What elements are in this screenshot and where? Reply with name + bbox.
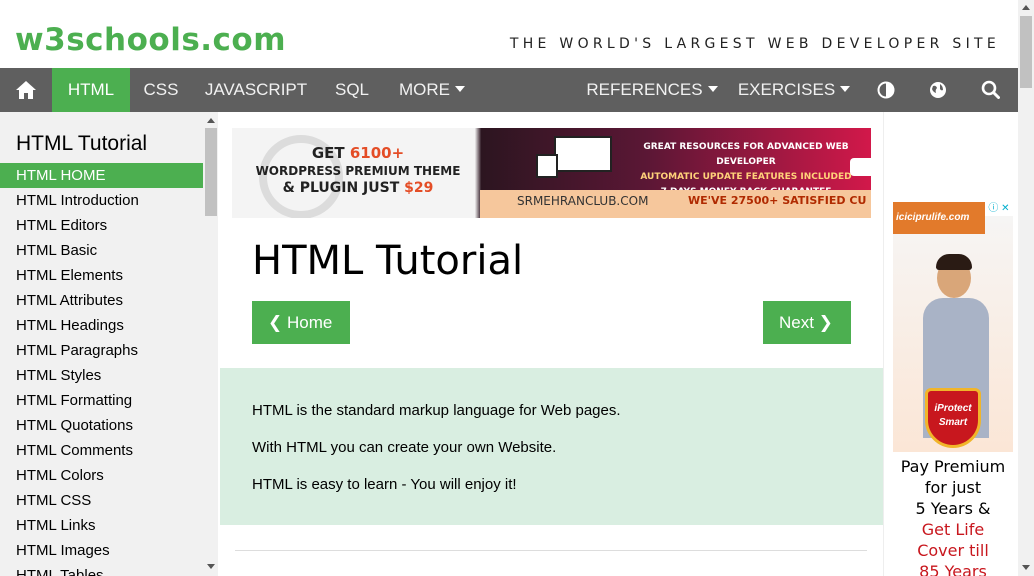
nav-sql[interactable]: SQL — [320, 68, 384, 112]
ad-domain-text: SRMEHRANCLUB.COM — [517, 194, 649, 208]
sidebar-item-html-editors[interactable]: HTML Editors — [0, 213, 203, 238]
ad-feature-2: AUTOMATIC UPDATE FEATURES INCLUDED — [640, 172, 852, 182]
intro-line-1: HTML is the standard markup language for… — [252, 402, 621, 419]
nav-exercises-label: EXERCISES — [737, 80, 836, 99]
sidebar-item-html-basic[interactable]: HTML Basic — [0, 238, 203, 263]
ad-line2-text: WORDPRESS PREMIUM THEME — [255, 164, 461, 178]
intro-panel: HTML is the standard markup language for… — [220, 368, 883, 525]
page: w3schools.com THE WORLD'S LARGEST WEB DE… — [0, 0, 1034, 576]
ad-get-text: GET — [311, 144, 350, 162]
sidebar-item-html-tables[interactable]: HTML Tables — [0, 563, 203, 576]
ad-feature-1: GREAT RESOURCES FOR ADVANCED WEB DEVELOP… — [643, 142, 849, 167]
search-button[interactable] — [970, 68, 1010, 112]
home-button[interactable]: ❮ Home — [252, 301, 350, 344]
adchoices-icon[interactable]: ⓘ ✕ — [985, 202, 1013, 216]
sidebar-item-html-introduction[interactable]: HTML Introduction — [0, 188, 203, 213]
intro-line-3: HTML is easy to learn - You will enjoy i… — [252, 476, 517, 493]
side-ad-copy-4: Get Life — [921, 520, 985, 539]
side-ad-brand: iciciprulife.com — [893, 202, 985, 234]
caret-down-icon — [455, 86, 465, 92]
side-ad-copy-6: 85 Years — [919, 562, 987, 576]
search-icon — [981, 80, 1000, 99]
ad-amount-text: 6100+ — [349, 144, 405, 162]
sidebar-list: HTML HOME HTML Introduction HTML Editors… — [0, 163, 203, 576]
sidebar-item-html-links[interactable]: HTML Links — [0, 513, 203, 538]
contrast-icon — [877, 81, 895, 99]
sidebar-item-html-elements[interactable]: HTML Elements — [0, 263, 203, 288]
scroll-up-arrow-icon[interactable] — [1022, 5, 1030, 10]
caret-down-icon — [707, 86, 718, 92]
side-ad-copy-5: Cover till — [917, 541, 989, 560]
sidebar-scroll-thumb[interactable] — [205, 128, 217, 216]
home-nav-button[interactable] — [0, 68, 52, 112]
translate-button[interactable] — [918, 68, 958, 112]
caret-down-icon — [840, 86, 851, 92]
side-ad[interactable]: iciciprulife.com ⓘ ✕ iProtect Smart Pay … — [893, 202, 1013, 576]
nav-css[interactable]: CSS — [130, 68, 192, 112]
shield-text-2: Smart — [938, 417, 968, 428]
top-header: w3schools.com THE WORLD'S LARGEST WEB DE… — [0, 0, 1018, 68]
intro-line-2: With HTML you can create your own Websit… — [252, 439, 557, 456]
side-ad-copy: Pay Premium for just 5 Years & Get Life … — [893, 456, 1013, 576]
nav-references-label: REFERENCES — [586, 80, 703, 99]
nav-sql-label: SQL — [334, 80, 370, 99]
page-title: HTML Tutorial — [252, 238, 524, 284]
nav-css-label: CSS — [143, 80, 179, 99]
ad-cta-button[interactable] — [850, 158, 871, 176]
nav-references[interactable]: REFERENCES — [578, 68, 726, 112]
ad-tablet-image — [536, 154, 558, 178]
nav-more[interactable]: MORE — [384, 68, 480, 112]
sidebar-item-html-attributes[interactable]: HTML Attributes — [0, 288, 203, 313]
sidebar-item-html-css[interactable]: HTML CSS — [0, 488, 203, 513]
site-logo[interactable]: w3schools.com — [15, 20, 286, 60]
right-ad-column: iciciprulife.com ⓘ ✕ iProtect Smart Pay … — [883, 112, 1018, 576]
next-button[interactable]: Next ❯ — [763, 301, 851, 344]
nav-more-label: MORE — [399, 80, 450, 99]
nav-html[interactable]: HTML — [52, 68, 130, 112]
sidebar-item-html-colors[interactable]: HTML Colors — [0, 463, 203, 488]
ad-monitor-image — [554, 136, 612, 172]
ad-price-text: $29 — [404, 180, 434, 196]
scroll-down-arrow-icon[interactable] — [1022, 565, 1030, 570]
ad-guarantee-text: WE'VE 27500+ SATISFIED CU — [688, 194, 867, 207]
sidebar-item-html-images[interactable]: HTML Images — [0, 538, 203, 563]
sidebar-item-html-formatting[interactable]: HTML Formatting — [0, 388, 203, 413]
nav-html-label: HTML — [67, 80, 115, 99]
nav-javascript-label: JAVASCRIPT — [204, 80, 308, 99]
side-ad-copy-2: for just — [924, 478, 982, 497]
ad-person-hair — [936, 254, 972, 270]
home-icon — [16, 81, 36, 99]
globe-icon — [930, 82, 946, 98]
page-scroll-thumb[interactable] — [1020, 16, 1032, 88]
nav-javascript[interactable]: JAVASCRIPT — [192, 68, 320, 112]
nav-exercises[interactable]: EXERCISES — [730, 68, 858, 112]
theme-toggle-button[interactable] — [866, 68, 906, 112]
sidebar-item-html-paragraphs[interactable]: HTML Paragraphs — [0, 338, 203, 363]
scroll-down-arrow-icon[interactable] — [207, 564, 215, 569]
side-ad-copy-3: 5 Years & — [915, 499, 991, 518]
iprotect-shield-logo: iProtect Smart — [925, 388, 981, 448]
ad-banner[interactable]: GET 6100+ WORDPRESS PREMIUM THEME & PLUG… — [232, 128, 871, 218]
sidebar-item-html-home[interactable]: HTML HOME — [0, 163, 203, 188]
sidebar: HTML Tutorial HTML HOME HTML Introductio… — [0, 112, 218, 576]
site-tagline: THE WORLD'S LARGEST WEB DEVELOPER SITE — [509, 36, 1000, 52]
sidebar-item-html-styles[interactable]: HTML Styles — [0, 363, 203, 388]
side-ad-copy-1: Pay Premium — [900, 457, 1006, 476]
ad-line3-text: & PLUGIN JUST — [282, 180, 405, 196]
sidebar-item-html-headings[interactable]: HTML Headings — [0, 313, 203, 338]
sidebar-item-html-quotations[interactable]: HTML Quotations — [0, 413, 203, 438]
ad-offer-text: GET 6100+ WORDPRESS PREMIUM THEME & PLUG… — [248, 144, 468, 196]
scroll-up-arrow-icon[interactable] — [207, 118, 215, 123]
main-content: GET 6100+ WORDPRESS PREMIUM THEME & PLUG… — [220, 112, 883, 576]
sidebar-title: HTML Tutorial — [16, 132, 148, 155]
main-navbar: HTML CSS JAVASCRIPT SQL MORE REFERENCES … — [0, 68, 1018, 112]
sidebar-item-html-comments[interactable]: HTML Comments — [0, 438, 203, 463]
shield-text-1: iProtect — [934, 403, 972, 414]
content-divider — [235, 550, 867, 551]
